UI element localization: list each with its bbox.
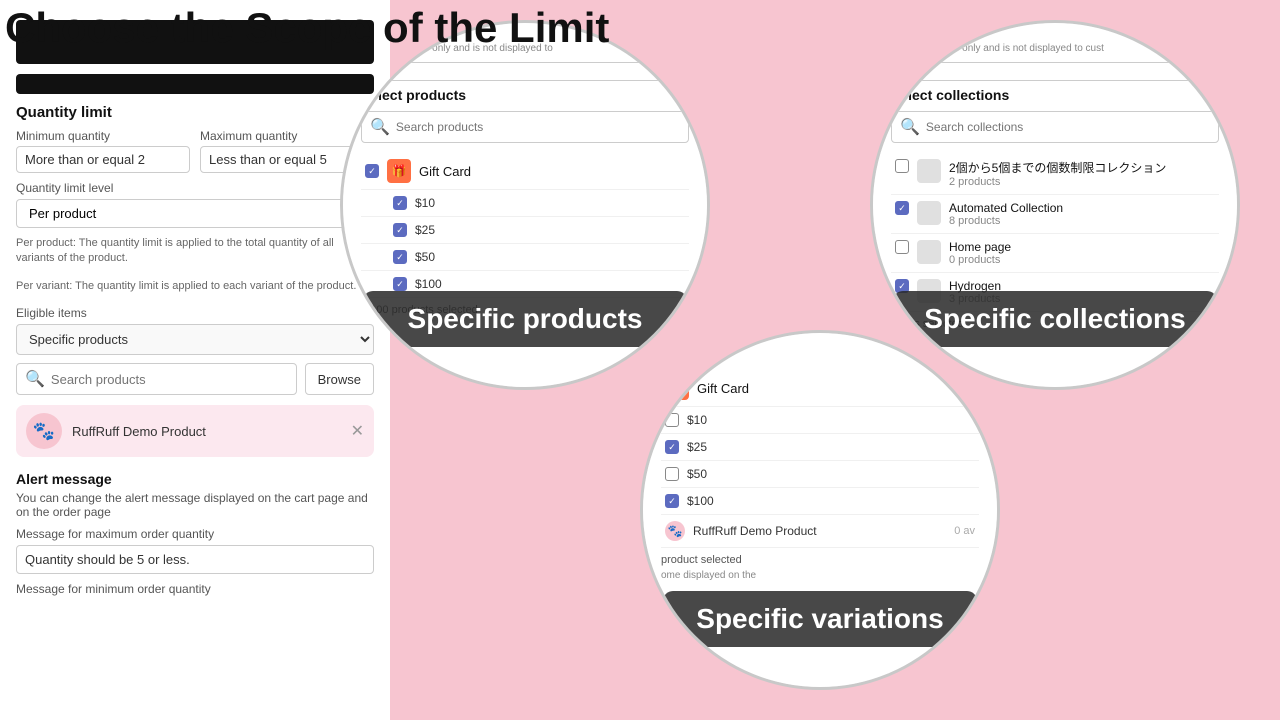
var-25-label: $25: [687, 440, 975, 454]
coll-1-count: 2 products: [949, 176, 1215, 188]
variations-cart-notice: ome displayed on the: [661, 570, 979, 581]
products-search-wrap: 🔍: [361, 111, 689, 143]
var-product-header: 🎁 Gift Card: [661, 370, 979, 407]
coll-3-count: 0 products: [949, 254, 1215, 266]
coll-1-name: 2個から5個までの個数制限コレクション: [949, 159, 1215, 176]
max-msg-input[interactable]: [16, 545, 374, 574]
var-row-10: $10: [661, 407, 979, 434]
product-name: RuffRuff Demo Product: [72, 424, 341, 439]
collections-search-icon: 🔍: [900, 117, 920, 137]
var-10-checkbox[interactable]: [665, 413, 679, 427]
variations-count: product selected: [661, 554, 979, 566]
coll-3-name: Home page: [949, 240, 1215, 254]
products-search-icon: 🔍: [370, 117, 390, 137]
coll-2-thumb: [917, 201, 941, 225]
alert-title: Alert message: [16, 471, 374, 487]
product-search-input[interactable]: [51, 372, 288, 387]
products-modal-title: Select products: [361, 87, 689, 103]
coll-2-name: Automated Collection: [949, 201, 1215, 215]
coll-3-thumb: [917, 240, 941, 264]
product-avatar: 🐾: [26, 413, 62, 449]
collections-top-notice: rative purposes only and is not displaye…: [891, 43, 1219, 54]
variant-50-label: $50: [415, 250, 685, 264]
min-quantity-group: Minimum quantity: [16, 129, 190, 173]
var-demo-row: 🐾 RuffRuff Demo Product 0 av: [661, 515, 979, 548]
variant-100-label: $100: [415, 277, 685, 291]
search-icon: 🔍: [25, 369, 45, 389]
variant-25-label: $25: [415, 223, 685, 237]
var-demo-name: RuffRuff Demo Product: [693, 524, 946, 538]
var-50-checkbox[interactable]: [665, 467, 679, 481]
eligible-select[interactable]: Specific products: [16, 324, 374, 355]
products-search-input[interactable]: [396, 120, 680, 134]
page-title: Choose the Scope of the Limit: [5, 4, 609, 52]
variations-top-notice: n products: [661, 353, 979, 364]
variant-10-checkbox[interactable]: [393, 196, 407, 210]
coll-3-checkbox[interactable]: [895, 240, 909, 254]
left-panel: Quantity limit Minimum quantity Maximum …: [0, 0, 390, 720]
var-100-label: $100: [687, 494, 975, 508]
specific-variations-label: Specific variations: [663, 591, 977, 647]
specific-variations-circle: n products 🎁 Gift Card $10 $25 $50 $100 …: [640, 330, 1000, 690]
collections-modal-title: Select collections: [891, 87, 1219, 103]
product-item: 🐾 RuffRuff Demo Product ✕: [16, 405, 374, 457]
collections-search-input[interactable]: [926, 120, 1210, 134]
coll-2-count: 8 products: [949, 215, 1215, 227]
var-25-checkbox[interactable]: [665, 440, 679, 454]
variant-25-checkbox[interactable]: [393, 223, 407, 237]
coll-1-checkbox[interactable]: [895, 159, 909, 173]
alert-section: Alert message You can change the alert m…: [16, 471, 374, 596]
alert-desc: You can change the alert message display…: [16, 491, 374, 519]
eligible-label: Eligible items: [16, 306, 374, 320]
var-gift-thumb: 🎁: [665, 376, 689, 400]
var-demo-avail: 0 av: [954, 525, 975, 537]
remove-product-button[interactable]: ✕: [351, 421, 364, 441]
product-gift-name: Gift Card: [419, 164, 471, 179]
collection-row-2: Automated Collection 8 products: [891, 195, 1219, 234]
coll-1-thumb: [917, 159, 941, 183]
sub-bar: [16, 74, 374, 94]
var-10-label: $10: [687, 413, 975, 427]
var-demo-thumb: 🐾: [665, 521, 685, 541]
quantity-section: Quantity limit Minimum quantity Maximum …: [16, 104, 374, 457]
coll-2-checkbox[interactable]: [895, 201, 909, 215]
variant-row-25: $25: [361, 217, 689, 244]
quantity-limit-title: Quantity limit: [16, 104, 374, 121]
variant-row-50: $50: [361, 244, 689, 271]
min-msg-label: Message for minimum order quantity: [16, 582, 374, 596]
max-msg-label: Message for maximum order quantity: [16, 527, 374, 541]
product-gift-thumb: 🎁: [387, 159, 411, 183]
qty-level-desc-2: Per variant: The quantity limit is appli…: [16, 279, 374, 294]
variant-10-label: $10: [415, 196, 685, 210]
var-row-100: $100: [661, 488, 979, 515]
collection-row-3: Home page 0 products: [891, 234, 1219, 273]
qty-level-desc-1: Per product: The quantity limit is appli…: [16, 236, 374, 267]
product-header-row: 🎁 Gift Card: [361, 153, 689, 190]
product-main-checkbox[interactable]: [365, 164, 379, 178]
var-50-label: $50: [687, 467, 975, 481]
var-row-50: $50: [661, 461, 979, 488]
min-qty-input[interactable]: [16, 146, 190, 173]
var-row-25: $25: [661, 434, 979, 461]
qty-level-select[interactable]: Per product: [16, 199, 374, 228]
variant-50-checkbox[interactable]: [393, 250, 407, 264]
var-product-name: Gift Card: [697, 381, 749, 396]
collections-search-wrap: 🔍: [891, 111, 1219, 143]
qty-level-label: Quantity limit level: [16, 181, 374, 195]
var-100-checkbox[interactable]: [665, 494, 679, 508]
variant-row-10: $10: [361, 190, 689, 217]
product-search-wrap: 🔍: [16, 363, 297, 395]
variant-100-checkbox[interactable]: [393, 277, 407, 291]
collection-row-1: 2個から5個までの個数制限コレクション 2 products: [891, 153, 1219, 195]
min-qty-label: Minimum quantity: [16, 129, 190, 143]
specific-products-label: Specific products: [363, 291, 687, 347]
